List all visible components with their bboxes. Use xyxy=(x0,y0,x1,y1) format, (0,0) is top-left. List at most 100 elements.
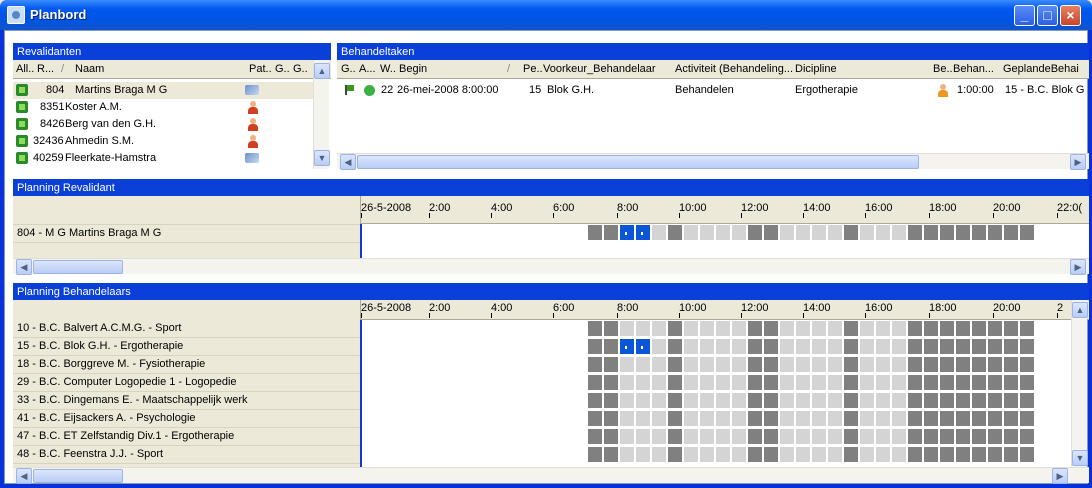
timeslot-cell[interactable] xyxy=(667,224,683,241)
timeslot-cell[interactable] xyxy=(779,410,795,427)
col-be[interactable]: Be.. xyxy=(933,63,953,75)
timeslot-cell[interactable] xyxy=(683,392,699,409)
timeslot-cell[interactable] xyxy=(779,392,795,409)
timeslot-cell[interactable] xyxy=(955,224,971,241)
col-behan[interactable]: Behan... xyxy=(953,63,994,75)
timeslot-cell[interactable] xyxy=(619,392,635,409)
timeslot-cell[interactable] xyxy=(891,410,907,427)
timeslot-cell[interactable] xyxy=(795,374,811,391)
gantt-row-label[interactable]: 33 - B.C. Dingemans E. - Maatschappelijk… xyxy=(13,392,360,410)
timeslot-cell[interactable] xyxy=(635,374,651,391)
timeslot-cell[interactable] xyxy=(619,428,635,445)
timeslot-cell[interactable] xyxy=(651,338,667,355)
gantt-row-label[interactable]: 15 - B.C. Blok G.H. - Ergotherapie xyxy=(13,338,360,356)
timeslot-cell[interactable] xyxy=(779,356,795,373)
scroll-up-icon[interactable]: ▲ xyxy=(314,63,330,79)
timeslot-cell[interactable] xyxy=(939,356,955,373)
timeslot-cell[interactable] xyxy=(971,374,987,391)
minimize-button[interactable]: _ xyxy=(1014,5,1035,26)
timeslot-cell[interactable] xyxy=(635,224,651,241)
timeslot-cell[interactable] xyxy=(587,338,603,355)
timeslot-cell[interactable] xyxy=(1003,410,1019,427)
timeslot-cell[interactable] xyxy=(1003,446,1019,463)
timeslot-cell[interactable] xyxy=(795,224,811,241)
timeslot-cell[interactable] xyxy=(667,356,683,373)
timeslot-cell[interactable] xyxy=(891,374,907,391)
scroll-left-icon[interactable]: ◀ xyxy=(340,154,356,170)
timeslot-cell[interactable] xyxy=(907,356,923,373)
timeslot-cell[interactable] xyxy=(1019,446,1035,463)
revalidanten-scrollbar[interactable]: ▲ ▼ xyxy=(313,60,330,169)
timeslot-cell[interactable] xyxy=(1019,410,1035,427)
timeslot-cell[interactable] xyxy=(987,224,1003,241)
timeslot-cell[interactable] xyxy=(683,338,699,355)
list-item[interactable]: 32436 Ahmedin S.M. xyxy=(13,133,313,150)
timeslot-cell[interactable] xyxy=(731,446,747,463)
timeslot-cell[interactable] xyxy=(603,428,619,445)
timeslot-cell[interactable] xyxy=(907,374,923,391)
timeslot-cell[interactable] xyxy=(1003,374,1019,391)
timeslot-cell[interactable] xyxy=(939,428,955,445)
timeslot-cell[interactable] xyxy=(683,446,699,463)
timeslot-cell[interactable] xyxy=(971,392,987,409)
col-activiteit[interactable]: Activiteit (Behandeling... xyxy=(675,63,793,75)
timeslot-cell[interactable] xyxy=(651,392,667,409)
timeslot-cell[interactable] xyxy=(619,446,635,463)
timeslot-cell[interactable] xyxy=(939,446,955,463)
col-naam[interactable]: Naam xyxy=(75,63,104,75)
col-pat[interactable]: Pat.. xyxy=(249,63,272,75)
behandeltaken-h-scrollbar[interactable]: ◀ ▶ xyxy=(337,153,1089,170)
timeslot-cell[interactable] xyxy=(811,356,827,373)
timeslot-cell[interactable] xyxy=(907,446,923,463)
timeslot-cell[interactable] xyxy=(1003,224,1019,241)
timeslot-cell[interactable] xyxy=(763,374,779,391)
timeslot-cell[interactable] xyxy=(763,410,779,427)
timeslot-cell[interactable] xyxy=(827,224,843,241)
timeslot-cell[interactable] xyxy=(763,224,779,241)
timeslot-cell[interactable] xyxy=(987,338,1003,355)
col-begin[interactable]: Begin xyxy=(399,63,427,75)
timeslot-cell[interactable] xyxy=(859,338,875,355)
timeslot-cell[interactable] xyxy=(859,428,875,445)
timeslot-cell[interactable] xyxy=(603,338,619,355)
timeslot-cell[interactable] xyxy=(1019,224,1035,241)
timeslot-cell[interactable] xyxy=(683,374,699,391)
timeslot-cell[interactable] xyxy=(731,428,747,445)
timeslot-cell[interactable] xyxy=(619,374,635,391)
timeslot-cell[interactable] xyxy=(955,338,971,355)
timeslot-cell[interactable] xyxy=(699,224,715,241)
maximize-button[interactable]: □ xyxy=(1037,5,1058,26)
timeslot-cell[interactable] xyxy=(987,356,1003,373)
scroll-right-icon[interactable]: ▶ xyxy=(1052,468,1068,484)
timeslot-cell[interactable] xyxy=(731,224,747,241)
timeslot-cell[interactable] xyxy=(875,428,891,445)
col-all[interactable]: All.. xyxy=(16,63,34,75)
timeslot-cell[interactable] xyxy=(619,320,635,337)
timeslot-cell[interactable] xyxy=(731,410,747,427)
timeslot-cell[interactable] xyxy=(923,374,939,391)
timeslot-cell[interactable] xyxy=(715,446,731,463)
timeslot-cell[interactable] xyxy=(907,320,923,337)
timeslot-cell[interactable] xyxy=(747,410,763,427)
timeslot-cell[interactable] xyxy=(635,338,651,355)
timeslot-cell[interactable] xyxy=(731,392,747,409)
timeslot-cell[interactable] xyxy=(955,392,971,409)
gantt-row-label[interactable]: 29 - B.C. Computer Logopedie 1 - Logoped… xyxy=(13,374,360,392)
timeslot-cell[interactable] xyxy=(699,374,715,391)
timeslot-cell[interactable] xyxy=(971,338,987,355)
timeslot-cell[interactable] xyxy=(715,374,731,391)
timeslot-cell[interactable] xyxy=(683,428,699,445)
timeslot-cell[interactable] xyxy=(779,338,795,355)
timeslot-cell[interactable] xyxy=(987,446,1003,463)
timeslot-cell[interactable] xyxy=(875,374,891,391)
behandelaars-gantt[interactable] xyxy=(361,320,1071,470)
timeslot-cell[interactable] xyxy=(971,410,987,427)
timeslot-cell[interactable] xyxy=(987,392,1003,409)
col-a[interactable]: A... xyxy=(359,63,376,75)
timeslot-cell[interactable] xyxy=(699,392,715,409)
timeslot-cell[interactable] xyxy=(859,320,875,337)
timeslot-cell[interactable] xyxy=(747,428,763,445)
timeslot-cell[interactable] xyxy=(859,374,875,391)
timeslot-cell[interactable] xyxy=(923,224,939,241)
timeslot-cell[interactable] xyxy=(619,224,635,241)
